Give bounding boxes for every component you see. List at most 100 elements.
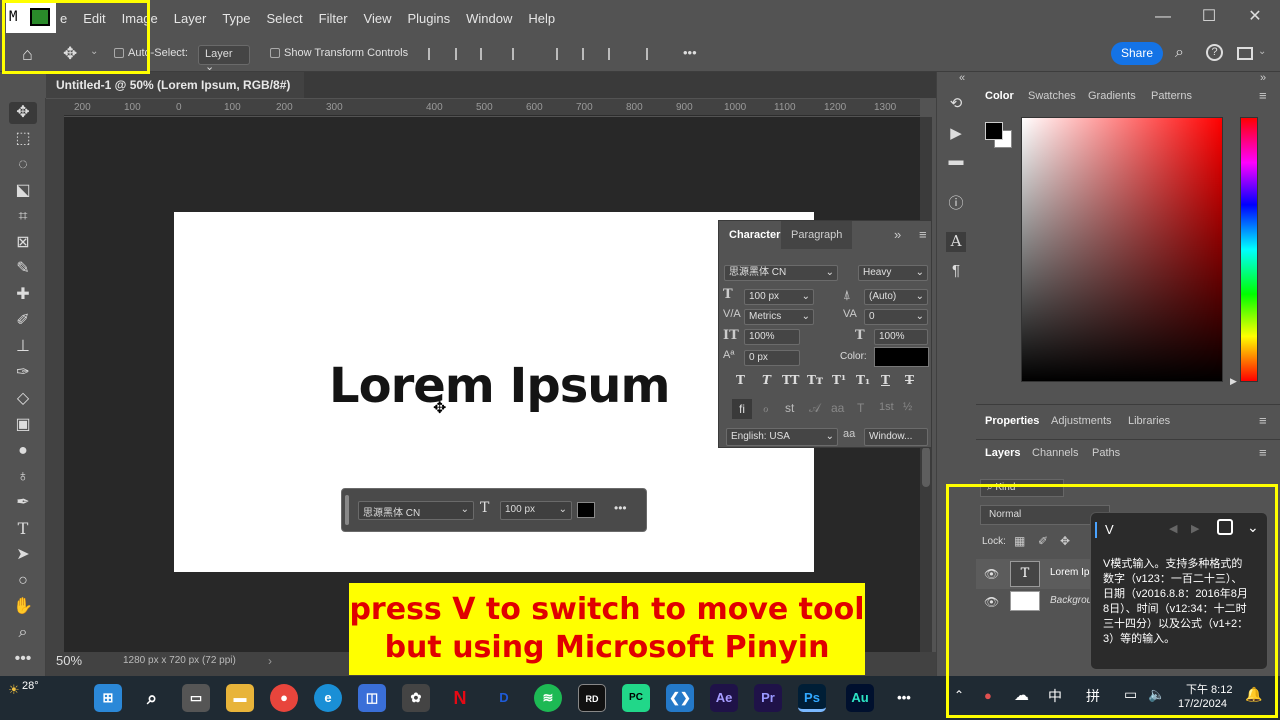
canvas-text-layer[interactable]: Lorem Ipsum (329, 358, 670, 414)
chatgpt-icon[interactable]: ✿ (402, 684, 430, 712)
panel-menu-icon[interactable]: ≡ (1259, 88, 1267, 103)
move-tool-icon[interactable]: ✥ (9, 102, 37, 124)
tab-properties[interactable]: Properties (985, 415, 1039, 427)
tab-character[interactable]: Character (719, 221, 791, 249)
eyedropper-tool-icon[interactable]: ✎ (9, 258, 37, 280)
path-selection-tool-icon[interactable]: ➤ (9, 544, 37, 566)
faux-bold-icon[interactable]: T (736, 373, 745, 387)
tracking-field[interactable]: 0 ⌄ (864, 309, 928, 325)
align-bottom-icon[interactable] (608, 48, 622, 60)
chrome-icon[interactable]: ● (270, 684, 298, 712)
font-dropdown[interactable]: 思源黑体 CN ⌄ (358, 501, 474, 520)
spotify-icon[interactable]: ≋ (534, 684, 562, 712)
task-view-icon[interactable]: ▭ (182, 684, 210, 712)
brush-tool-icon[interactable]: ✐ (9, 310, 37, 332)
photoshop-icon[interactable]: Ps (798, 684, 826, 712)
premiere-icon[interactable]: Pr (754, 684, 782, 712)
menu-view[interactable]: View (356, 11, 400, 26)
lasso-tool-icon[interactable]: ◌ (9, 154, 37, 176)
workspace-icon[interactable] (1237, 47, 1253, 60)
history-icon[interactable]: ⟲ (946, 94, 966, 114)
pen-tool-icon[interactable]: ✒ (9, 492, 37, 514)
restore-button[interactable]: ☐ (1186, 4, 1232, 30)
hand-tool-icon[interactable]: ✋ (9, 596, 37, 618)
share-button[interactable]: Share (1111, 42, 1163, 65)
hue-slider[interactable] (1240, 117, 1258, 382)
tab-adjustments[interactable]: Adjustments (1051, 415, 1112, 427)
panel-menu-icon[interactable]: ≡ (1259, 445, 1267, 460)
info-icon[interactable]: ⓘ (946, 192, 966, 212)
tab-layers[interactable]: Layers (985, 447, 1020, 459)
audition-icon[interactable]: Au (846, 684, 874, 712)
menu-select[interactable]: Select (259, 11, 311, 26)
document-tab[interactable]: Untitled-1 @ 50% (Lorem Ipsum, RGB/8#) *… (46, 72, 304, 118)
text-color-swatch[interactable] (874, 347, 929, 367)
disney-icon[interactable]: D (490, 684, 518, 712)
clone-stamp-tool-icon[interactable]: ⊥ (9, 336, 37, 358)
scroll-thumb[interactable] (922, 447, 930, 487)
show-transform-checkbox[interactable] (270, 48, 280, 58)
chevron-right-icon[interactable]: › (268, 654, 272, 668)
horizontal-scale-field[interactable]: 100% (874, 329, 928, 345)
subscript-icon[interactable]: T₁ (856, 373, 870, 387)
document-info[interactable]: 1280 px x 720 px (72 ppi) (123, 655, 236, 666)
menu-window[interactable]: Window (458, 11, 520, 26)
align-middle-icon[interactable] (582, 48, 596, 60)
more-options-button[interactable]: ••• (683, 45, 697, 60)
more-options-button[interactable]: ••• (614, 501, 627, 515)
paragraph-panel-icon[interactable]: ¶ (946, 262, 966, 282)
drag-handle[interactable] (345, 495, 349, 525)
store-icon[interactable]: ◫ (358, 684, 386, 712)
tab-swatches[interactable]: Swatches (1028, 90, 1076, 102)
ligatures-icon[interactable]: ﬁ (732, 399, 752, 419)
menu-type[interactable]: Type (214, 11, 258, 26)
fractions-icon[interactable]: ½ (903, 401, 912, 413)
expand-panels-icon[interactable]: « (959, 72, 965, 84)
panel-menu-icon[interactable]: ≡ (919, 227, 927, 242)
auto-select-target-dropdown[interactable]: Layer ⌄ (198, 45, 250, 73)
eraser-tool-icon[interactable]: ◇ (9, 388, 37, 410)
tab-libraries[interactable]: Libraries (1128, 415, 1170, 427)
font-size-dropdown[interactable]: 100 px ⌄ (500, 501, 572, 520)
swash-icon[interactable]: 𝒜 (809, 401, 820, 416)
small-caps-icon[interactable]: Tт (807, 373, 823, 387)
actions-play-icon[interactable]: ▶ (946, 124, 966, 144)
stylistic-alternates-icon[interactable]: st (785, 401, 794, 415)
foreground-color-swatch[interactable] (985, 122, 1003, 140)
tab-paths[interactable]: Paths (1092, 447, 1120, 459)
distribute-vertical-icon[interactable] (646, 48, 660, 60)
character-panel-icon[interactable]: A (946, 232, 966, 252)
zoom-level[interactable]: 50% (56, 653, 82, 668)
menu-plugins[interactable]: Plugins (399, 11, 458, 26)
kerning-field[interactable]: Metrics ⌄ (744, 309, 814, 325)
more-tools-icon[interactable]: ••• (9, 648, 37, 670)
close-button[interactable]: ✕ (1232, 4, 1278, 30)
font-size-field[interactable]: 100 px ⌄ (744, 289, 814, 305)
history-brush-tool-icon[interactable]: ✑ (9, 362, 37, 384)
tab-color[interactable]: Color (985, 90, 1014, 102)
frame-tool-icon[interactable]: ⊠ (9, 232, 37, 254)
color-picker-field[interactable] (1021, 117, 1223, 382)
titling-icon[interactable]: aa (831, 401, 844, 415)
hue-slider-handle-icon[interactable]: ▶ (1230, 376, 1237, 387)
collapse-icon[interactable]: » (894, 227, 901, 242)
old-style-icon[interactable]: ℴ (763, 401, 769, 415)
shape-tool-icon[interactable]: ○ (9, 570, 37, 592)
text-color-swatch[interactable] (577, 502, 595, 518)
menu-filter[interactable]: Filter (311, 11, 356, 26)
comments-icon[interactable]: ▬ (946, 152, 966, 172)
underline-icon[interactable]: T (881, 373, 890, 387)
distribute-icon[interactable] (512, 48, 526, 60)
minimize-button[interactable]: — (1140, 4, 1186, 30)
faux-italic-icon[interactable]: T (762, 373, 771, 387)
align-right-icon[interactable] (480, 48, 494, 60)
vertical-scale-field[interactable]: 100% (744, 329, 800, 345)
workspace-chevron-icon[interactable]: ⌄ (1258, 46, 1266, 57)
superscript-icon[interactable]: T¹ (832, 373, 846, 387)
gradient-tool-icon[interactable]: ▣ (9, 414, 37, 436)
more-apps-icon[interactable]: ••• (890, 684, 918, 712)
weather-temp[interactable]: 28° (22, 680, 39, 692)
file-explorer-icon[interactable]: ▬ (226, 684, 254, 712)
contextual-icon[interactable]: T (857, 401, 864, 415)
leading-field[interactable]: (Auto) ⌄ (864, 289, 928, 305)
